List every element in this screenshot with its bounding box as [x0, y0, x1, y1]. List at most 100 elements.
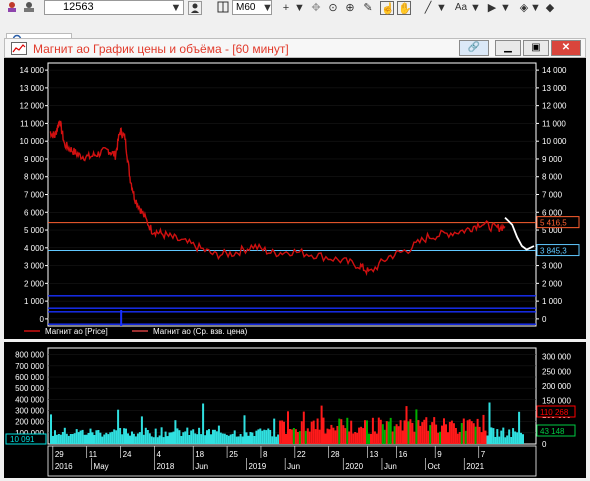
volume-bar — [190, 430, 193, 444]
volume-bar — [389, 417, 392, 444]
volume-bar — [150, 436, 153, 444]
volume-bar — [358, 427, 361, 444]
volume-bar — [387, 421, 390, 444]
volume-bar — [101, 436, 104, 444]
minimize-button[interactable]: ▁ — [495, 40, 521, 56]
volume-bar — [271, 436, 274, 444]
text-tool-dropdown-icon[interactable]: ▼ — [470, 1, 481, 15]
volume-bar — [93, 435, 96, 444]
move-icon[interactable]: ✥ — [310, 1, 322, 15]
volume-bar — [381, 424, 384, 444]
volume-bar — [399, 420, 402, 444]
volume-y-tick-label: 300 000 — [15, 407, 44, 416]
x-axis-day-label: 16 — [398, 450, 407, 459]
panel-separator[interactable] — [4, 339, 586, 342]
volume-bar — [134, 436, 137, 444]
price-level-label: 5 416,5 — [540, 219, 567, 228]
volume-bar — [512, 428, 515, 444]
text-tool-icon[interactable]: Aa — [453, 1, 469, 15]
volume-bar — [83, 434, 86, 444]
price-y-tick-label-right: 0 — [542, 315, 547, 324]
price-y-tick-label-right: 12 000 — [542, 102, 567, 111]
target-icon[interactable]: ⊙ — [327, 1, 339, 15]
volume-y-tick-label: 700 000 — [15, 362, 44, 371]
grid-icon[interactable] — [216, 1, 230, 15]
volume-bar — [466, 420, 469, 444]
volume-bar — [324, 433, 327, 444]
ticker-dropdown-icon[interactable]: ▼ — [170, 1, 182, 15]
x-axis-day-label: 7 — [481, 450, 486, 459]
arrow-tool-dropdown-icon[interactable]: ▼ — [500, 1, 511, 15]
volume-bar — [107, 434, 110, 444]
crosshair-icon[interactable]: + — [280, 1, 292, 15]
volume-bar — [111, 431, 114, 444]
volume-bar — [344, 428, 347, 444]
volume-bar — [95, 430, 98, 444]
person-icon[interactable] — [188, 1, 202, 15]
volume-bar — [368, 433, 370, 444]
x-axis-period-label: Oct — [428, 462, 441, 471]
timeframe-dropdown-icon[interactable]: ▼ — [262, 1, 273, 15]
volume-y-tick-label: 200 000 — [15, 418, 44, 427]
volume-bar — [164, 431, 167, 444]
volume-bar — [447, 432, 449, 444]
price-y-tick-label-right: 13 000 — [542, 84, 567, 93]
price-y-tick-label-right: 14 000 — [542, 66, 567, 75]
volume-marker-left-label: 10 091 — [10, 435, 35, 444]
volume-bar — [318, 429, 321, 444]
x-axis-period-label: 2020 — [345, 462, 363, 471]
crosshair-dropdown-icon[interactable]: ▼ — [294, 1, 305, 15]
chart-window-titlebar[interactable]: Магнит ао График цены и объёма - [60 мин… — [4, 38, 586, 58]
volume-bar — [431, 422, 434, 444]
line-tool-icon[interactable]: ╱ — [422, 1, 434, 15]
volume-bar — [522, 434, 524, 444]
window-menu-icon[interactable] — [22, 1, 36, 15]
volume-bar — [332, 427, 335, 444]
volume-bar — [77, 432, 80, 444]
eraser-icon[interactable]: ◈ — [518, 1, 530, 15]
volume-bar — [79, 430, 82, 444]
volume-bar — [366, 420, 368, 444]
x-axis-period-label: 2021 — [466, 462, 484, 471]
pencil-icon[interactable]: ✎ — [362, 1, 374, 15]
volume-right-tick-label: 300 000 — [542, 353, 571, 362]
volume-bar — [277, 434, 280, 444]
volume-bar — [417, 420, 420, 444]
volume-bar — [281, 420, 284, 444]
volume-bar — [81, 429, 84, 444]
volume-bar — [462, 418, 465, 444]
volume-bar — [458, 432, 461, 444]
ticker-input[interactable]: 12563 — [44, 0, 184, 15]
volume-bar — [247, 435, 250, 444]
chart-window-icon — [11, 42, 27, 58]
volume-bar — [140, 416, 143, 444]
main-toolbar: 12563 ▼ M60 ▼ + ▼ ✥ ⊙ ⊕ ✎ ☝ ✋ ╱ ▼ Aa ▼ ▶… — [0, 0, 590, 17]
chart-area[interactable]: 14 000 13 000 12 000 11 000 10 000 9 000 8 000… — [4, 58, 586, 478]
close-button[interactable]: ✕ — [551, 40, 581, 56]
app-icon[interactable] — [6, 1, 18, 15]
x-axis-day-label: 29 — [55, 450, 64, 459]
volume-bar — [129, 435, 131, 444]
volume-bar — [182, 432, 185, 444]
zoom-in-icon[interactable]: ⊕ — [344, 1, 356, 15]
maximize-button[interactable]: ▣ — [523, 40, 549, 56]
volume-bar — [391, 431, 394, 444]
hand-icon[interactable]: ☝ — [380, 1, 395, 15]
line-tool-dropdown-icon[interactable]: ▼ — [436, 1, 447, 15]
volume-bar — [176, 428, 179, 444]
price-volume-chart[interactable]: 14 00013 00012 00011 00010 0009 0008 000… — [4, 58, 586, 478]
volume-bar — [296, 432, 299, 444]
delete-drawing-icon[interactable]: ◆ — [544, 1, 556, 15]
eraser-dropdown-icon[interactable]: ▼ — [530, 1, 541, 15]
volume-bar — [342, 425, 345, 444]
volume-bar — [348, 431, 351, 444]
hand2-icon[interactable]: ✋ — [397, 1, 412, 15]
link-button[interactable]: 🔗 — [459, 40, 489, 56]
volume-bar — [132, 433, 135, 444]
arrow-tool-icon[interactable]: ▶ — [486, 1, 498, 15]
volume-bar — [464, 430, 467, 444]
volume-bar — [131, 431, 133, 444]
volume-bar — [480, 432, 483, 444]
volume-bar — [294, 429, 297, 444]
volume-bar — [510, 437, 513, 444]
